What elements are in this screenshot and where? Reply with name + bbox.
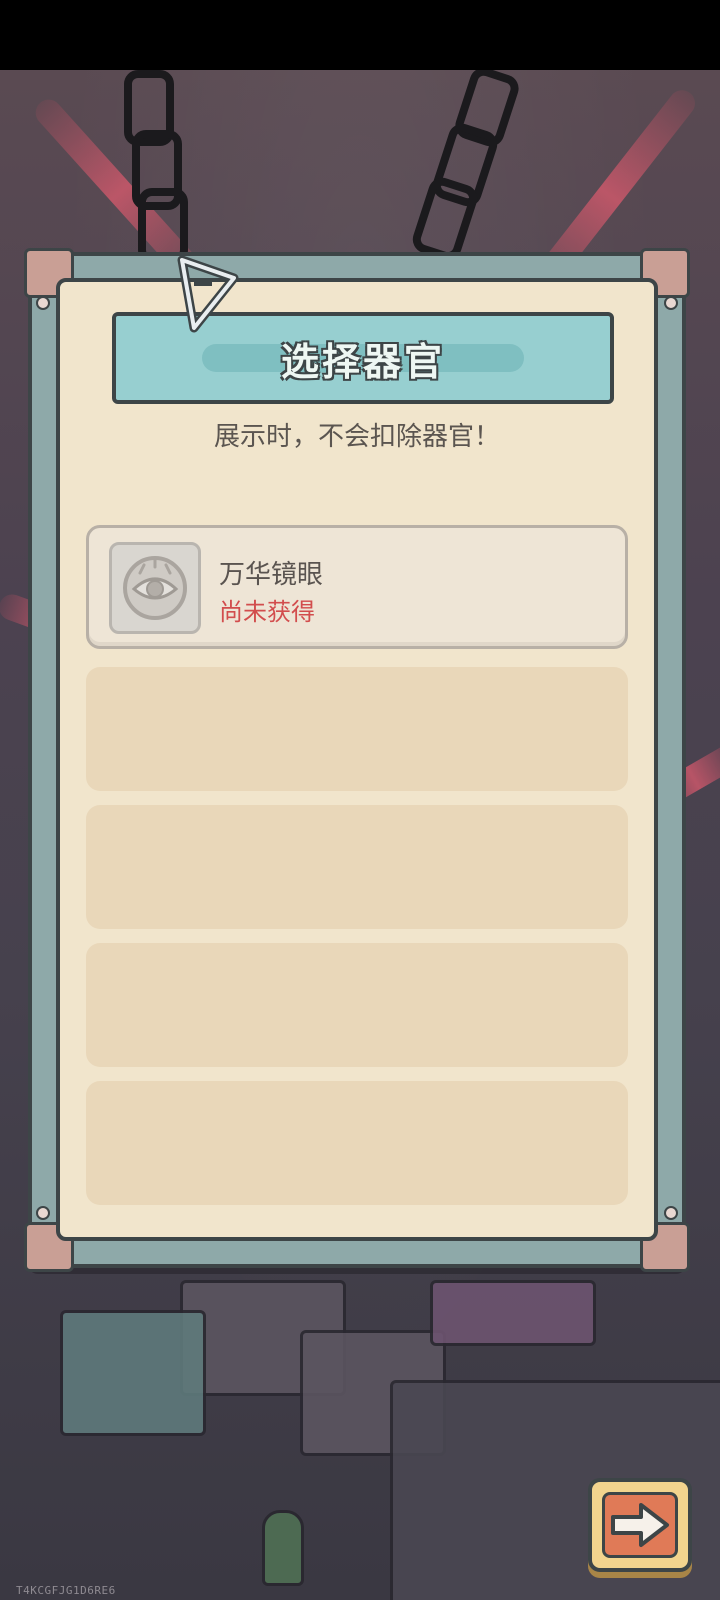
empty-organ-slot — [86, 1081, 628, 1205]
organ-status: 尚未获得 — [219, 598, 315, 626]
dialog-subtitle: 展示时，不会扣除器官！ — [213, 422, 500, 452]
book-stack — [430, 1280, 596, 1346]
robot-device — [60, 1310, 206, 1436]
eye-emblem-icon — [123, 556, 187, 620]
rivet — [664, 1206, 678, 1220]
organ-select-panel: 选择器官 展示时，不会扣除器官！ 万华镜眼 尚未获得 — [24, 248, 690, 1272]
panel-paper: 选择器官 展示时，不会扣除器官！ 万华镜眼 尚未获得 — [56, 255, 658, 1241]
status-bar — [0, 0, 720, 70]
next-button-face — [602, 1492, 678, 1558]
next-button[interactable] — [588, 1478, 692, 1572]
empty-organ-slot — [86, 805, 628, 929]
organ-name: 万华镜眼 — [219, 560, 324, 590]
organ-thumbnail — [109, 542, 201, 634]
arrow-right-icon — [611, 1503, 669, 1547]
rivet — [36, 296, 50, 310]
rivet — [36, 1206, 50, 1220]
chain-icon — [409, 174, 481, 264]
rivet — [664, 296, 678, 310]
device-id-watermark: T4KCGFJG1D6RE6 — [16, 1584, 116, 1597]
cactus-plant — [262, 1510, 304, 1586]
organ-slot[interactable]: 万华镜眼 尚未获得 — [86, 525, 628, 649]
paper-clip-icon — [177, 255, 239, 333]
empty-organ-slot — [86, 943, 628, 1067]
empty-organ-slot — [86, 667, 628, 791]
